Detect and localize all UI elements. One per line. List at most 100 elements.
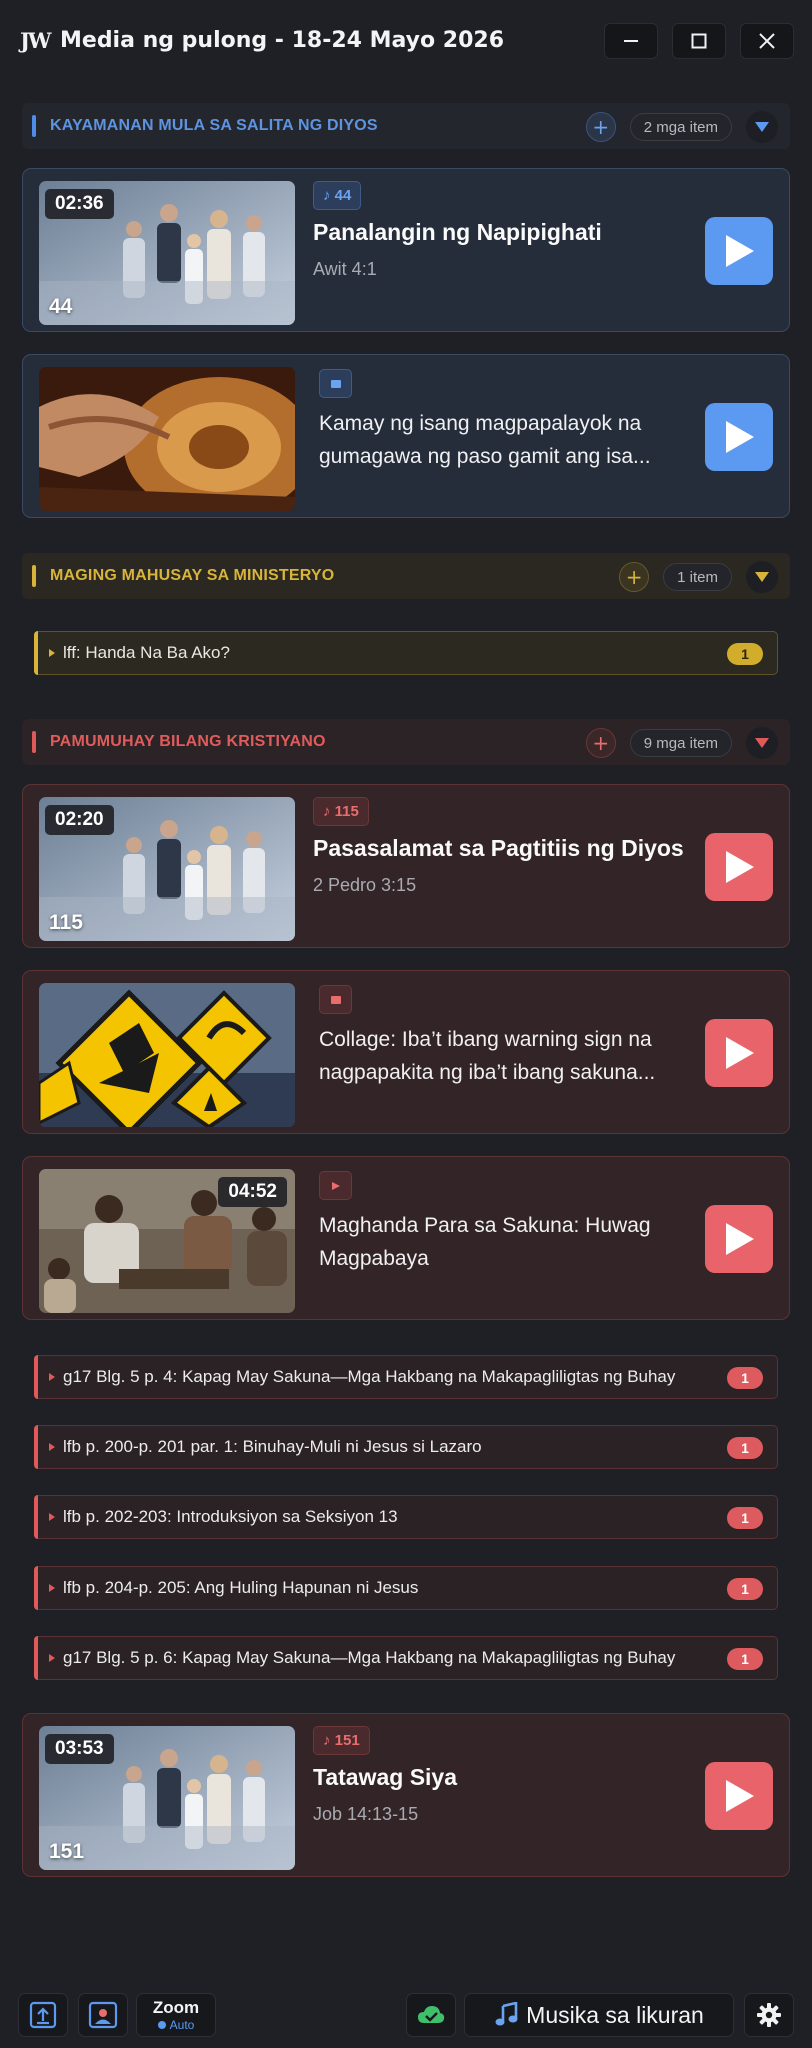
zoom-label: Zoom [152, 1998, 200, 2017]
row-accent [34, 1566, 38, 1610]
count-badge: 1 [727, 1437, 763, 1459]
close-button[interactable] [740, 23, 794, 59]
item-count-badge: 9 mga item [629, 729, 732, 757]
plus-icon: + [592, 731, 610, 755]
media-title: Pasasalamat sa Pagtitiis ng Diyos [313, 835, 684, 861]
minimize-icon [624, 40, 638, 42]
row-accent [34, 1636, 38, 1680]
upload-icon [29, 2001, 57, 2029]
song-thumbnail: 03:53 151 [39, 1726, 295, 1870]
play-icon [726, 1037, 754, 1069]
list-item[interactable]: g17 Blg. 5 p. 6: Kapag May Sakuna—Mga Ha… [34, 1636, 778, 1680]
collapse-section-button[interactable] [746, 727, 778, 759]
media-subtitle: 2 Pedro 3:15 [313, 875, 417, 895]
add-item-button[interactable]: + [585, 112, 616, 142]
count-badge: 1 [727, 643, 763, 665]
status-dot-icon [157, 2021, 166, 2029]
count-badge: 1 [727, 1578, 763, 1600]
list-item[interactable]: lfb p. 204-p. 205: Ang Huling Hapunan ni… [34, 1566, 778, 1610]
plus-icon: + [625, 565, 643, 589]
play-button[interactable] [705, 217, 773, 285]
media-subtitle: Job 14:13-15 [313, 1804, 419, 1824]
window-title: Media ng pulong - 18-24 Mayo 2026 [60, 27, 505, 53]
bottom-toolbar: Zoom Auto Musika sa likuran [0, 1985, 812, 2048]
zoom-control[interactable]: Zoom Auto [136, 1993, 216, 2037]
triangle-down-icon [755, 572, 769, 582]
triangle-down-icon [755, 122, 769, 132]
play-icon [726, 851, 754, 883]
media-card-song-115[interactable]: 02:20 115 ♪ 115 Pasasalamat sa Pagtitiis… [22, 784, 790, 948]
duration-badge: 02:20 [45, 805, 114, 835]
image-tag [319, 369, 352, 398]
section-header-christian-living[interactable]: PAMUMUHAY BILANG KRISTIYANO + 9 mga item [22, 719, 790, 765]
potter-thumbnail [39, 367, 295, 511]
section-header-ministry[interactable]: MAGING MAHUSAY SA MINISTERYO + 1 item [22, 553, 790, 599]
section-accent-bar [32, 731, 36, 753]
section-accent-bar [32, 565, 36, 587]
music-note-icon [495, 2002, 518, 2026]
media-title: Tatawag Siya [313, 1764, 458, 1790]
background-music-button[interactable]: Musika sa likuran [464, 1993, 734, 2037]
item-count-badge: 2 mga item [629, 113, 732, 141]
play-icon [726, 235, 754, 267]
item-count-badge: 1 item [663, 563, 732, 591]
media-card-song-151[interactable]: 03:53 151 ♪ 151 Tatawag Siya Job 14:13-1… [22, 1713, 790, 1877]
media-description: Maghanda Para sa Sakuna: Huwag Magpabaya [319, 1214, 651, 1270]
media-card-disaster-video[interactable]: 04:52 Maghanda Para sa Sakuna: Huwag Mag… [22, 1156, 790, 1320]
list-item-label: g17 Blg. 5 p. 6: Kapag May Sakuna—Mga Ha… [63, 1648, 676, 1667]
media-card-warning-collage[interactable]: Collage: Iba’t ibang warning sign na nag… [22, 970, 790, 1134]
presenter-icon [88, 2001, 118, 2029]
list-item[interactable]: lfb p. 200-p. 201 par. 1: Binuhay-Muli n… [34, 1425, 778, 1469]
minimize-button[interactable] [604, 23, 658, 59]
collapse-section-button[interactable] [746, 561, 778, 593]
collapse-section-button[interactable] [746, 111, 778, 143]
list-item[interactable]: g17 Blg. 5 p. 4: Kapag May Sakuna—Mga Ha… [34, 1355, 778, 1399]
zoom-mode: Auto [157, 2018, 195, 2032]
settings-button[interactable] [744, 1993, 794, 2037]
count-badge: 1 [727, 1367, 763, 1389]
cloud-check-icon [418, 2006, 445, 2023]
window-controls [604, 23, 794, 59]
image-icon [330, 995, 341, 1004]
gear-icon [757, 2003, 781, 2027]
media-card-potter-image[interactable]: Kamay ng isang magpapalayok na gumagawa … [22, 354, 790, 518]
row-accent [34, 1425, 38, 1469]
zoom-mode-label: Auto [169, 2018, 195, 2032]
plus-icon: + [592, 115, 610, 139]
presenter-view-button[interactable] [78, 1993, 128, 2037]
play-button[interactable] [705, 1205, 773, 1273]
play-icon [726, 1223, 754, 1255]
play-button[interactable] [705, 1762, 773, 1830]
triangle-down-icon [755, 738, 769, 748]
duration-badge: 03:53 [45, 1734, 114, 1764]
video-icon [331, 1181, 340, 1190]
list-item-label: g17 Blg. 5 p. 4: Kapag May Sakuna—Mga Ha… [63, 1367, 676, 1386]
add-item-button[interactable]: + [585, 728, 616, 758]
upload-button[interactable] [18, 1993, 68, 2037]
media-title: Panalangin ng Napipighati [313, 219, 602, 245]
list-item[interactable]: lfb p. 202-203: Introduksiyon sa Seksiyo… [34, 1495, 778, 1539]
app-logo: JW [20, 27, 52, 53]
maximize-button[interactable] [672, 23, 726, 59]
section-header-treasures[interactable]: KAYAMANAN MULA SA SALITA NG DIYOS + 2 mg… [22, 103, 790, 149]
list-item-label: lfb p. 200-p. 201 par. 1: Binuhay-Muli n… [63, 1437, 482, 1456]
close-icon [759, 33, 775, 49]
media-card-song-44[interactable]: 02:36 44 ♪ 44 Panalangin ng Napipighati … [22, 168, 790, 332]
song-thumbnail: 02:36 44 [39, 181, 295, 325]
add-item-button[interactable]: + [619, 562, 650, 592]
row-accent [34, 631, 38, 675]
sync-status-button[interactable] [406, 1993, 456, 2037]
duration-badge: 02:36 [45, 189, 114, 219]
media-subtitle: Awit 4:1 [313, 259, 377, 279]
row-accent [34, 1355, 38, 1399]
play-icon [726, 421, 754, 453]
section-title: MAGING MAHUSAY SA MINISTERYO [50, 567, 335, 584]
list-item[interactable]: lff: Handa Na Ba Ako? 1 [34, 631, 778, 675]
play-button[interactable] [705, 1019, 773, 1087]
image-tag [319, 985, 352, 1014]
section-title: KAYAMANAN MULA SA SALITA NG DIYOS [50, 117, 378, 134]
play-button[interactable] [705, 833, 773, 901]
expand-caret-icon [49, 649, 55, 657]
video-tag [319, 1171, 352, 1200]
play-button[interactable] [705, 403, 773, 471]
